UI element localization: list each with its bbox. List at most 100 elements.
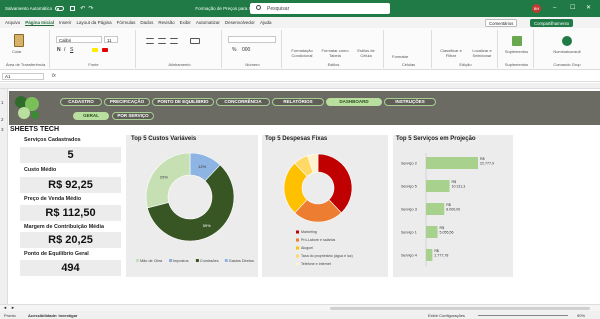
legend-label: Telefone e Internet <box>301 262 331 266</box>
align-right-icon[interactable] <box>170 38 178 44</box>
accessibility-status[interactable]: Acessibilidade: Investigar <box>28 313 77 318</box>
menu-ajuda[interactable]: Ajuda <box>260 20 272 25</box>
bar-data-label: R$ <box>434 249 439 253</box>
menu-layout[interactable]: Layout da Página <box>77 20 112 25</box>
conditional-format-button[interactable]: Formatação Condicional <box>286 48 318 58</box>
row-number[interactable]: 1 <box>1 100 4 105</box>
bar-data-label: R$ <box>446 203 451 207</box>
underline-icon[interactable]: S <box>70 47 73 53</box>
font-group: Calibri 11 N I S Fonte <box>52 30 136 68</box>
bar-data-label: 5.055,56 <box>440 231 454 235</box>
nav-instrucoes[interactable]: INSTRUÇÕES <box>384 98 436 106</box>
menu-formulas[interactable]: Fórmulas <box>117 20 136 25</box>
font-color-icon[interactable] <box>102 48 108 52</box>
horizontal-scrollbar[interactable] <box>330 307 590 310</box>
zoom-level[interactable]: 90% <box>577 313 585 318</box>
menu-revisao[interactable]: Revisão <box>158 20 174 25</box>
legend-swatch <box>136 259 139 262</box>
bar-data-label: R$ <box>452 180 457 184</box>
menu-arquivo[interactable]: Arquivo <box>5 20 20 25</box>
legend-swatch <box>224 259 228 262</box>
nav-dashboard[interactable]: DASHBOARD <box>326 98 382 106</box>
share-button[interactable]: Compartilhamento <box>530 19 574 27</box>
legend-label: Pró-Labore e salários <box>301 238 336 242</box>
subnav-geral[interactable]: GERAL <box>73 112 109 120</box>
addins-icon[interactable] <box>512 36 522 46</box>
nav-ponto-equilibrio[interactable]: PONTO DE EQUILÍBRIO <box>152 98 214 106</box>
alignment-group: Alinhamento <box>138 30 222 68</box>
legend-label: Comissões <box>200 259 219 263</box>
autosave-toggle[interactable] <box>55 6 65 11</box>
search-icon <box>256 5 261 10</box>
close-icon[interactable]: ✕ <box>586 4 591 12</box>
undo-icon[interactable]: ↶ <box>80 5 85 12</box>
cells-group-label: Células <box>401 62 416 67</box>
fill-color-icon[interactable] <box>92 48 98 52</box>
fx-icon[interactable]: fx <box>52 73 56 79</box>
legend-swatch <box>296 262 299 266</box>
row-number[interactable]: 3 <box>1 127 4 132</box>
comments-button[interactable]: Comentários <box>485 19 518 27</box>
percent-icon[interactable]: % <box>232 47 236 53</box>
nominalconsult-icon[interactable] <box>562 36 572 46</box>
legend-swatch <box>169 259 173 262</box>
thousands-icon[interactable]: 000 <box>242 47 250 53</box>
nominalconsult-button[interactable]: Nominalconsult <box>536 49 598 54</box>
format-button[interactable]: Formatar <box>392 54 408 59</box>
wrap-text-icon[interactable] <box>190 38 200 44</box>
row-header[interactable]: 1 2 3 <box>0 89 8 304</box>
italic-icon[interactable]: I <box>64 47 65 53</box>
nav-cadastro[interactable]: CADASTRO <box>60 98 102 106</box>
bar <box>426 249 433 261</box>
redo-icon[interactable]: ↷ <box>88 5 93 12</box>
nav-precificacao[interactable]: PRECIFICAÇÃO <box>104 98 150 106</box>
nav-concorrencia[interactable]: CONCORRÊNCIA <box>216 98 270 106</box>
menu-dados[interactable]: Dados <box>140 20 153 25</box>
display-settings[interactable]: Exibir Configurações <box>428 313 465 318</box>
zoom-slider[interactable] <box>478 315 568 316</box>
sheet-next-icon[interactable]: ► <box>11 305 15 310</box>
legend-label: Aluguel <box>301 246 313 250</box>
name-box[interactable]: A1 <box>2 73 44 80</box>
menu-automatizar[interactable]: Automatizar <box>196 20 220 25</box>
paste-icon[interactable] <box>14 34 24 47</box>
status-bar: Pronto Acessibilidade: Investigar Exibir… <box>0 311 600 319</box>
minimize-icon[interactable]: – <box>553 4 556 12</box>
menu-desenvolvedor[interactable]: Desenvolvedor <box>225 20 255 25</box>
brand-title: SHEETS TECH <box>10 126 60 133</box>
search-placeholder: Pesquisar <box>267 6 290 12</box>
category-label: Serviço 5 <box>401 185 417 189</box>
align-left-icon[interactable] <box>146 38 154 44</box>
bar-data-label: R$ <box>440 226 445 230</box>
column-header[interactable] <box>0 83 600 89</box>
menu-pagina-inicial[interactable]: Página Inicial <box>25 20 55 26</box>
menu-exibir[interactable]: Exibir <box>180 20 191 25</box>
nav-relatorios[interactable]: RELATÓRIOS <box>272 98 324 106</box>
bar-data-label: 8.000,00 <box>446 208 460 212</box>
format-table-button[interactable]: Formatar como Tabela <box>320 48 350 58</box>
cell-styles-button[interactable]: Estilos de Célula <box>352 48 380 58</box>
legend-swatch <box>296 246 299 250</box>
search-input[interactable]: Pesquisar <box>250 3 390 14</box>
sort-filter-button[interactable]: Classificar e Filtrar <box>437 48 465 58</box>
row-number[interactable]: 2 <box>1 117 4 122</box>
find-select-button[interactable]: Localizar e Selecionar <box>467 48 497 58</box>
subnav-por-servico[interactable]: POR SERVIÇO <box>112 112 154 120</box>
menu-inserir[interactable]: Inserir <box>59 20 72 25</box>
font-name-select[interactable]: Calibri <box>56 36 102 43</box>
number-format-select[interactable] <box>228 36 276 43</box>
font-size-select[interactable]: 11 <box>104 36 118 43</box>
maximize-icon[interactable]: ☐ <box>570 4 575 12</box>
status-text: Pronto <box>4 313 16 318</box>
paste-label[interactable]: Colar <box>12 49 22 54</box>
sheet-prev-icon[interactable]: ◄ <box>3 305 7 310</box>
align-center-icon[interactable] <box>158 38 166 44</box>
addins-button[interactable]: Suplementos <box>500 49 533 54</box>
bold-icon[interactable]: N <box>57 47 61 53</box>
legend-swatch <box>296 254 299 258</box>
slice-data-label: 12% <box>198 164 206 169</box>
save-icon[interactable] <box>70 6 76 11</box>
kpi-label: Margem de Contribuição Média <box>24 224 104 230</box>
avatar[interactable]: BH <box>532 4 541 13</box>
number-group-label: Número <box>245 62 260 67</box>
